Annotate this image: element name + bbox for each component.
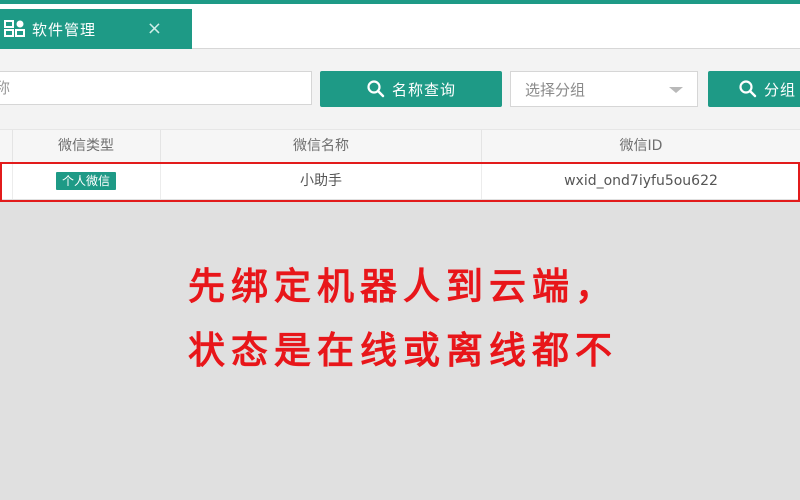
cell-wechat-name: 小助手 — [161, 163, 482, 199]
tab-software-management[interactable]: 软件管理 × — [0, 9, 192, 49]
group-query-label: 分组 — [764, 80, 797, 99]
table-row[interactable]: 个人微信 小助手 wxid_ond7iyfu5ou622 — [0, 163, 800, 199]
search-placeholder: 称 — [0, 79, 11, 97]
app-grid-icon — [2, 19, 28, 39]
wechat-type-badge: 个人微信 — [55, 172, 116, 190]
header-wechat-name: 微信名称 — [161, 130, 482, 163]
cell-wechat-id: wxid_ond7iyfu5ou622 — [564, 173, 718, 189]
cell-wechat-type: 个人微信 — [12, 163, 161, 199]
close-icon[interactable]: × — [147, 18, 162, 39]
group-query-button[interactable]: 分组 — [708, 71, 800, 107]
header-wechat-type: 微信类型 — [12, 130, 161, 163]
search-icon — [366, 79, 386, 99]
tab-bar: 软件管理 × — [0, 4, 800, 49]
group-select[interactable]: 选择分组 — [510, 71, 698, 107]
name-query-button[interactable]: 名称查询 — [320, 71, 502, 107]
name-search-input[interactable]: 称 — [0, 71, 312, 105]
table-header: 微信类型 微信名称 微信ID — [0, 129, 800, 164]
annotation-line-1: 先绑定机器人到云端， — [188, 265, 618, 308]
name-query-label: 名称查询 — [391, 80, 456, 99]
search-icon — [738, 79, 758, 99]
chevron-down-icon — [669, 87, 683, 93]
tab-label: 软件管理 — [32, 20, 97, 39]
header-wechat-id: 微信ID — [619, 138, 663, 154]
group-select-value: 选择分组 — [525, 80, 586, 99]
search-toolbar: 称 名称查询 选择分组 分组 — [0, 49, 800, 129]
annotation-line-2: 状态是在线或离线都不 — [188, 329, 618, 372]
